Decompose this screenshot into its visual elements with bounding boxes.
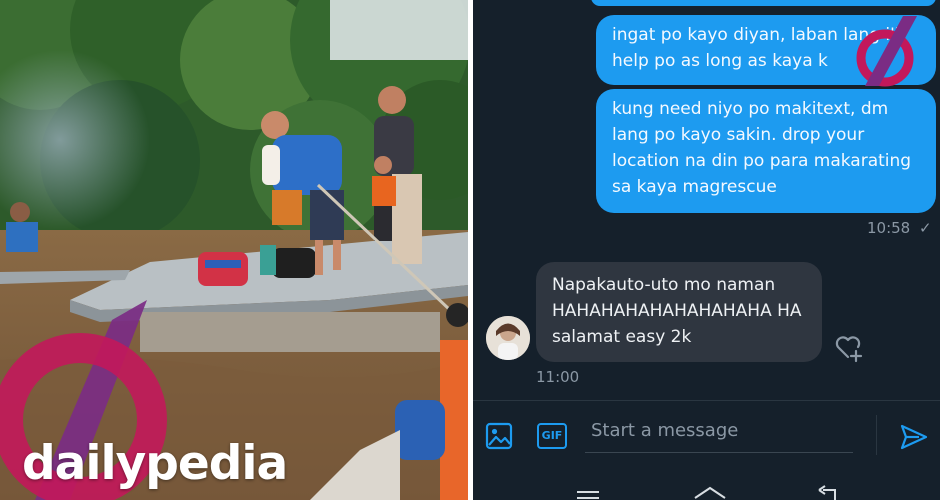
image-icon[interactable]	[485, 422, 513, 450]
message-input[interactable]: Start a message	[591, 420, 738, 441]
message-timestamp: 10:58 ✓	[867, 219, 932, 237]
home-icon[interactable]	[694, 486, 726, 499]
gif-button[interactable]: GIF	[537, 423, 567, 449]
sent-message[interactable]: kung need niyo po makitext, dm lang po k…	[596, 89, 936, 213]
system-nav-bar	[473, 478, 940, 500]
menu-icon[interactable]	[577, 491, 599, 499]
check-icon: ✓	[919, 219, 932, 237]
input-underline	[585, 452, 853, 453]
send-icon[interactable]	[899, 422, 929, 452]
dailypedia-watermark-icon	[853, 10, 928, 88]
message-text: kung need niyo po makitext, dm lang po k…	[612, 99, 912, 197]
received-message[interactable]: Napakauto-uto mo naman HAHAHAHAHAHAHAHAH…	[536, 262, 822, 362]
message-timestamp: 11:00	[536, 368, 580, 386]
back-icon[interactable]	[818, 485, 836, 500]
previous-message-edge	[591, 0, 936, 6]
chat-panel: ingat po kayo diyan, laban lang i'll hel…	[473, 0, 940, 500]
divider-line	[876, 415, 877, 455]
avatar[interactable]	[486, 316, 530, 360]
brand-wordmark: dailypedia	[22, 436, 288, 491]
message-text: Napakauto-uto mo naman HAHAHAHAHAHAHAHAH…	[552, 275, 802, 347]
heart-plus-icon[interactable]	[833, 331, 865, 363]
flood-rescue-photo	[0, 0, 468, 500]
